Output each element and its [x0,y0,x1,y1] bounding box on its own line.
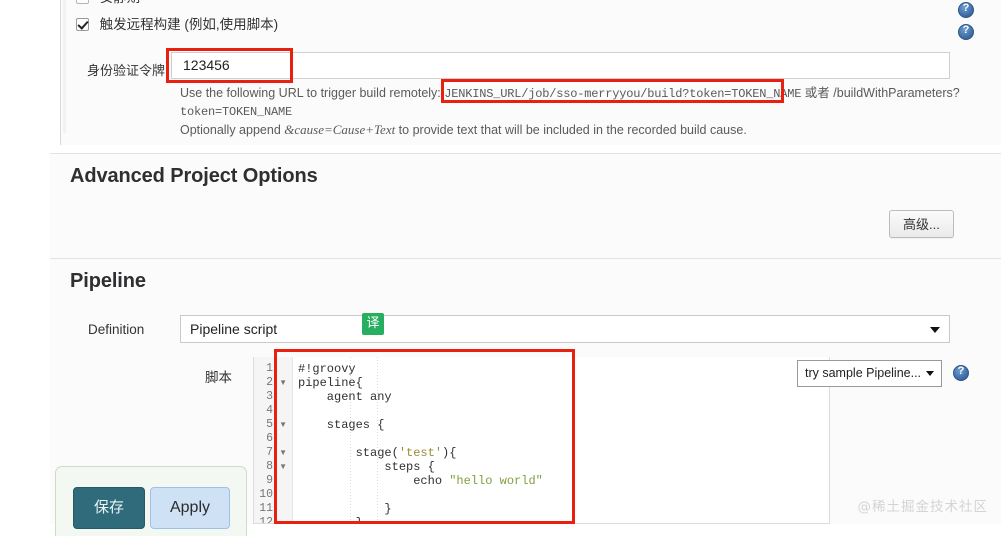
help-line-3: Optionally append &cause=Cause+Text to p… [180,121,970,139]
auth-token-label: 身份验证令牌 [86,63,165,78]
help-line-3-code: &cause=Cause+Text [284,122,396,137]
help-line-3-prefix: Optionally append [180,123,285,137]
advanced-project-options-title: Advanced Project Options [70,165,318,187]
line-number: 9 [266,474,273,487]
chevron-down-icon [930,327,940,333]
sample-pipeline-value: try sample Pipeline... [805,366,922,380]
line-number: 12 [259,516,273,524]
help-line-1: Use the following URL to trigger build r… [180,84,970,103]
code-line: #!groovy [298,362,356,376]
save-button[interactable]: 保存 [73,487,145,529]
line-number: 6 [266,432,273,445]
trigger-remote-build-checkbox[interactable] [76,18,89,31]
help-icon-quiet-period[interactable] [958,2,974,18]
definition-selected-value: Pipeline script [190,321,278,337]
sample-pipeline-select[interactable]: try sample Pipeline... [797,360,942,387]
help-line-1-params: /buildWithParameters? [833,86,960,100]
advanced-button[interactable]: 高级... [889,210,954,238]
help-icon-pipeline-script[interactable] [953,365,969,381]
auth-token-help-text: Use the following URL to trigger build r… [180,84,970,139]
definition-label: Definition [88,322,145,337]
help-line-1-prefix: Use the following URL to trigger build r… [180,86,445,100]
help-line-3-suffix: to provide text that will be included in… [395,123,747,137]
code-line: stages { [298,418,385,432]
help-line-2: token=TOKEN_NAME [180,105,293,119]
script-label: 脚本 [205,370,232,385]
editor-code-area[interactable]: #!groovy pipeline{ agent any stages { sta… [298,357,829,523]
auth-token-input[interactable]: 123456 [171,52,950,79]
apply-button[interactable]: Apply [150,487,230,529]
line-number: 2 [266,376,273,389]
pipeline-title: Pipeline [70,270,146,292]
line-number: 10 [259,488,273,501]
trigger-remote-build-label: 触发远程构建 (例如,使用脚本) [99,17,279,32]
trigger-remote-build-row[interactable]: 触发远程构建 (例如,使用脚本) [76,13,278,33]
translate-badge-icon[interactable]: 译 [362,313,384,335]
fold-toggle-icon[interactable]: ▼ [279,460,287,474]
line-number: 1 [266,362,273,375]
editor-gutter: 1 2 ▼ 3 4 5 ▼ 6 7 ▼ 8 ▼ 9 10 11 12 [254,357,293,523]
code-line: steps { [298,460,435,474]
watermark: @稀土掘金技术社区 [857,499,988,515]
definition-select[interactable]: Pipeline script [180,315,950,343]
line-number: 8 [266,460,273,473]
line-number: 7 [266,446,273,459]
code-line: agent any [298,390,392,404]
fold-toggle-icon[interactable]: ▼ [279,418,287,432]
code-line: pipeline{ [298,376,363,390]
quiet-period-label: 安静期 [100,0,141,5]
line-number: 11 [259,502,273,515]
line-number: 5 [266,418,273,431]
line-number: 3 [266,390,273,403]
auth-token-value: 123456 [183,57,230,73]
help-line-1-url: JENKINS_URL/job/sso-merryyou/build?token… [444,87,802,101]
pipeline-script-editor[interactable]: 1 2 ▼ 3 4 5 ▼ 6 7 ▼ 8 ▼ 9 10 11 12 #!groovy pipeline{ ag… [253,357,830,524]
jenkins-job-config-page: 安静期 触发远程构建 (例如,使用脚本) 身份验证令牌 123456 Use t… [0,0,1001,536]
fold-toggle-icon[interactable]: ▼ [279,446,287,460]
help-line-1-or: 或者 [801,86,834,100]
quiet-period-row[interactable]: 安静期 [76,0,140,6]
help-icon-trigger-remote[interactable] [958,24,974,40]
fold-toggle-icon[interactable]: ▼ [279,376,287,390]
line-number: 4 [266,404,273,417]
code-line: echo "hello world" [298,474,543,488]
code-line: stage('test'){ [298,446,457,460]
code-line: } [298,516,363,524]
quiet-period-checkbox[interactable] [76,0,89,4]
chevron-down-icon-sample [926,371,934,376]
code-line: } [298,502,392,516]
